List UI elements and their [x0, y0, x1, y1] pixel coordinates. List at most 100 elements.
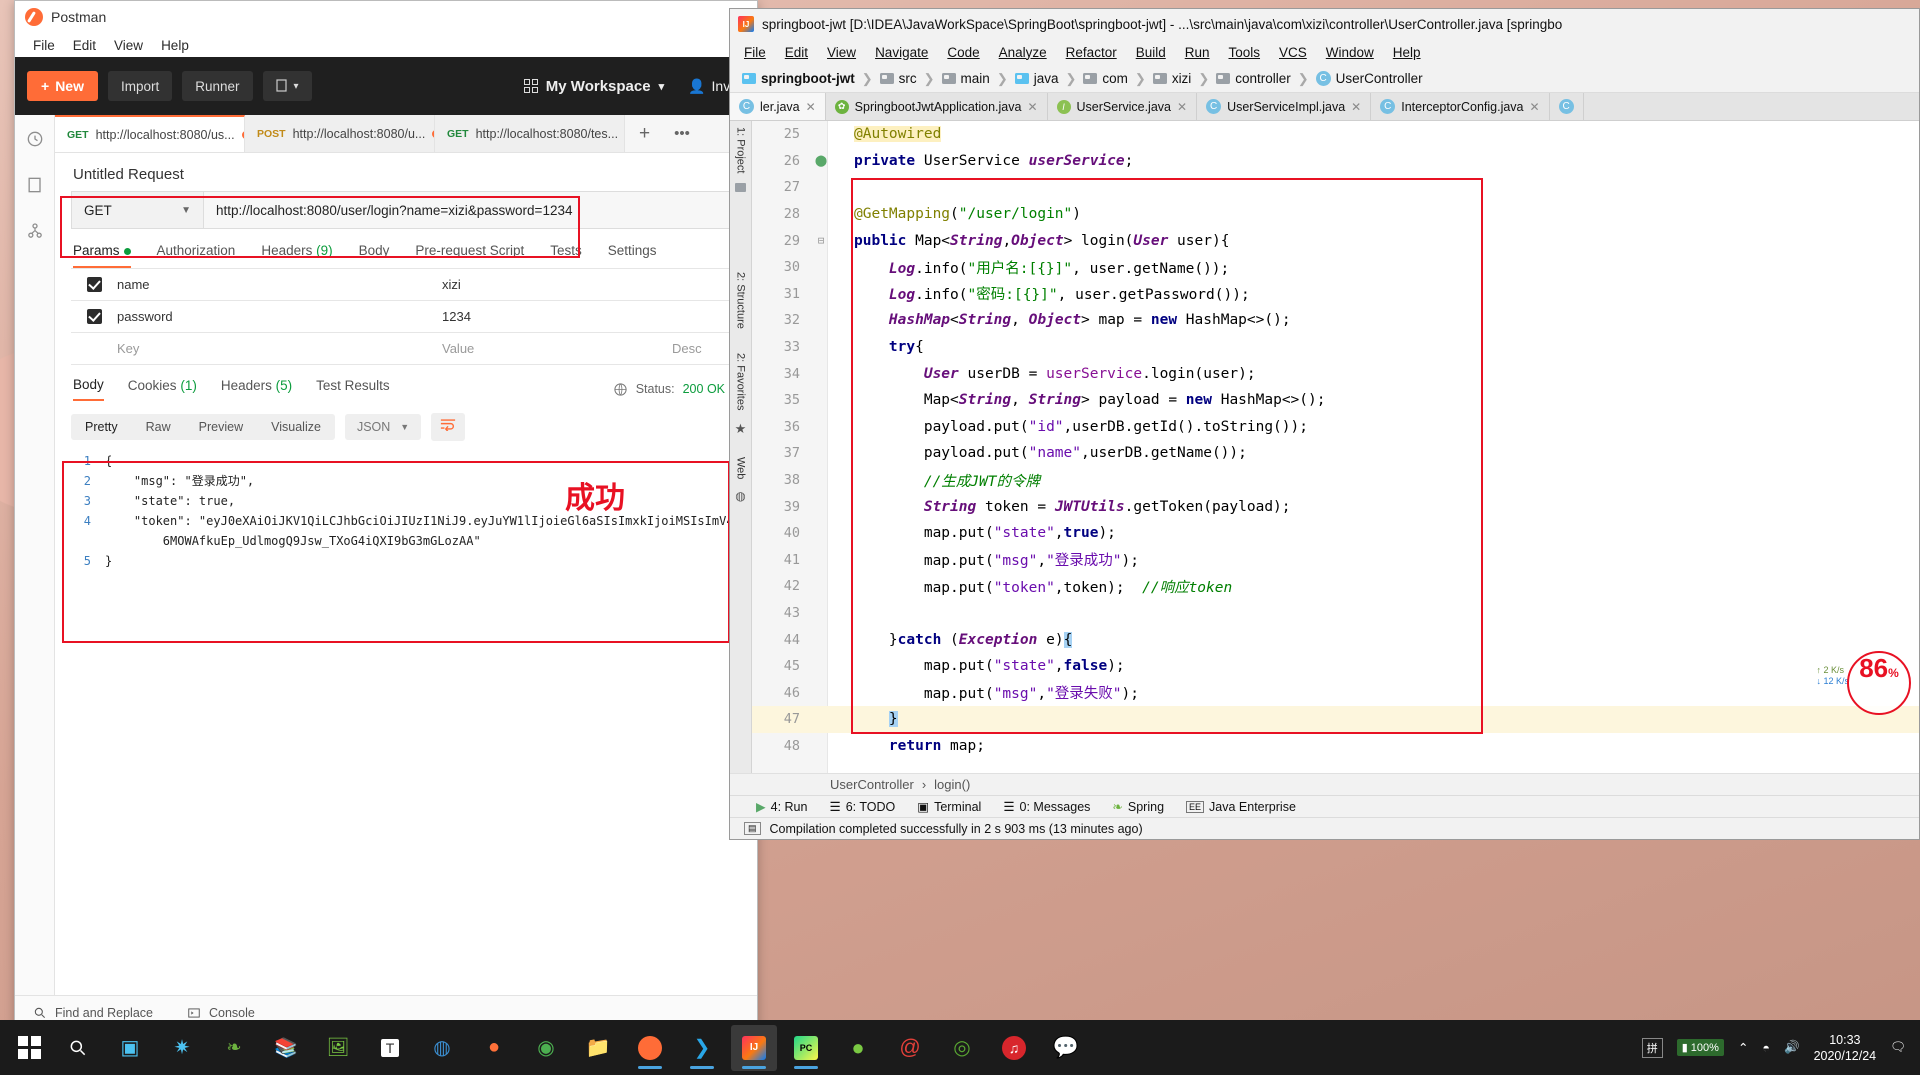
taskbar-app-pycharm[interactable]: PC — [783, 1025, 829, 1071]
tab-response-headers[interactable]: Headers (5) — [221, 378, 292, 400]
tool-window-structure[interactable]: 2: Structure — [735, 272, 747, 329]
taskbar-app-snail[interactable]: @ — [887, 1025, 933, 1071]
menu-file[interactable]: File — [744, 45, 766, 60]
new-window-button[interactable]: ▾ — [262, 71, 312, 101]
menu-refactor[interactable]: Refactor — [1066, 45, 1117, 60]
runner-button[interactable]: Runner — [182, 71, 253, 101]
breadcrumb-item-main[interactable]: main — [941, 71, 990, 86]
editor-breadcrumb-class[interactable]: UserController — [830, 777, 914, 792]
url-input[interactable]: http://localhost:8080/user/login?name=xi… — [203, 191, 741, 229]
code-editor[interactable]: 25 @Autowired 26 ⬤ private UserService userS… — [752, 121, 1919, 773]
breadcrumb-item-java[interactable]: java — [1014, 71, 1058, 86]
close-icon[interactable]: ✕ — [1027, 100, 1037, 114]
breadcrumb-item-controller[interactable]: controller — [1216, 71, 1291, 86]
tab-tests[interactable]: Tests — [550, 243, 582, 268]
editor-tab-userserviceimpl[interactable]: C UserServiceImpl.java ✕ — [1197, 93, 1372, 120]
tab-test-results[interactable]: Test Results — [316, 378, 390, 400]
tool-window-terminal[interactable]: ▣ Terminal — [917, 799, 981, 815]
editor-tab-interceptorconfig[interactable]: C InterceptorConfig.java ✕ — [1371, 93, 1550, 120]
taskbar-app-postman[interactable] — [627, 1025, 673, 1071]
menu-edit[interactable]: Edit — [73, 38, 96, 53]
editor-tab-springbootjwtapplication[interactable]: ✿ SpringbootJwtApplication.java ✕ — [825, 93, 1048, 120]
taskbar-app-wechat[interactable]: 💬 — [1043, 1025, 1089, 1071]
close-icon[interactable]: ✕ — [1530, 100, 1540, 114]
new-tab-button[interactable]: + — [625, 115, 664, 152]
apis-icon[interactable] — [25, 221, 45, 241]
taskbar-app-typora2[interactable]: ◎ — [939, 1025, 985, 1071]
param-key[interactable]: name — [117, 277, 442, 292]
menu-vcs[interactable]: VCS — [1279, 45, 1307, 60]
view-visualize[interactable]: Visualize — [257, 414, 335, 440]
tab-response-cookies[interactable]: Cookies (1) — [128, 378, 197, 400]
editor-tab-usercontroller[interactable]: C ler.java ✕ — [730, 93, 826, 120]
editor-tab-userservice[interactable]: I UserService.java ✕ — [1047, 93, 1198, 120]
close-icon[interactable]: ✕ — [1177, 100, 1187, 114]
taskview-button[interactable]: ▣ — [107, 1025, 153, 1071]
param-key[interactable]: password — [117, 309, 442, 324]
breadcrumb-item-class[interactable]: C UserController — [1315, 71, 1423, 86]
table-row[interactable]: name xizi — [71, 269, 741, 301]
table-row-empty[interactable]: Key Value Desc — [71, 333, 741, 365]
menu-build[interactable]: Build — [1136, 45, 1166, 60]
close-icon[interactable]: ✕ — [1351, 100, 1361, 114]
close-icon[interactable]: ✕ — [806, 100, 816, 114]
menu-window[interactable]: Window — [1326, 45, 1374, 60]
param-key-placeholder[interactable]: Key — [117, 341, 442, 356]
table-row[interactable]: password 1234 — [71, 301, 741, 333]
chevron-up-icon[interactable]: ⌃ — [1738, 1040, 1748, 1055]
collections-icon[interactable] — [25, 175, 45, 195]
editor-tab-overflow[interactable]: C — [1549, 93, 1584, 120]
format-select[interactable]: JSON ▼ — [344, 414, 422, 440]
breadcrumb-item-xizi[interactable]: xizi — [1152, 71, 1191, 86]
view-preview[interactable]: Preview — [185, 414, 257, 440]
tool-window-todo[interactable]: ☰ 6: TODO — [829, 799, 895, 815]
tool-window-web[interactable]: Web — [735, 457, 747, 479]
battery-indicator[interactable]: ▮ 100% — [1676, 1039, 1724, 1056]
history-icon[interactable] — [25, 129, 45, 149]
tab-headers[interactable]: Headers (9) — [261, 243, 332, 268]
taskbar-app-vscode[interactable]: ❯ — [679, 1025, 725, 1071]
taskbar-app-netease-music[interactable]: ♫ — [991, 1025, 1037, 1071]
taskbar-app-hidden[interactable]: ❧ — [211, 1025, 257, 1071]
menu-code[interactable]: Code — [947, 45, 979, 60]
taskbar-app-photos[interactable]: 🖼 — [315, 1025, 361, 1071]
tab-overflow-button[interactable]: ••• — [664, 115, 700, 152]
tab-response-body[interactable]: Body — [73, 377, 104, 401]
search-button[interactable] — [55, 1025, 101, 1071]
menu-run[interactable]: Run — [1185, 45, 1210, 60]
tool-window-spring[interactable]: ❧ Spring — [1112, 799, 1164, 815]
tool-window-favorites[interactable]: 2: Favorites — [735, 353, 747, 410]
volume-icon[interactable]: 🔊 — [1784, 1040, 1800, 1055]
start-button[interactable] — [6, 1025, 52, 1071]
taskbar-app-intellij[interactable]: IJ — [731, 1024, 777, 1071]
find-and-replace-button[interactable]: Find and Replace — [33, 1006, 153, 1020]
breadcrumb-item-src[interactable]: src — [879, 71, 917, 86]
request-tab-2[interactable]: GET http://localhost:8080/tes... — [435, 115, 625, 152]
view-raw[interactable]: Raw — [132, 414, 185, 440]
taskbar-app-typora[interactable]: T — [367, 1025, 413, 1071]
response-body-code[interactable]: 1 { 2 "msg": "登录成功", 3 "state": true, 4 … — [71, 441, 757, 571]
taskbar-app-navicat[interactable]: ● — [835, 1025, 881, 1071]
tab-params[interactable]: Params — [73, 243, 131, 268]
taskbar-app-edge[interactable]: ◍ — [419, 1025, 465, 1071]
ime-indicator[interactable]: 拼 — [1641, 1037, 1663, 1058]
menu-help[interactable]: Help — [161, 38, 189, 53]
clock[interactable]: 10:33 2020/12/24 — [1814, 1032, 1877, 1064]
tool-window-run[interactable]: ▶ 4: Run — [756, 799, 807, 815]
menu-analyze[interactable]: Analyze — [999, 45, 1047, 60]
tab-pre-request-script[interactable]: Pre-request Script — [415, 243, 524, 268]
taskbar-app-explorer[interactable]: 📁 — [575, 1025, 621, 1071]
tool-window-project[interactable]: 1: Project — [735, 127, 747, 173]
wrap-lines-button[interactable] — [431, 413, 466, 441]
menu-help[interactable]: Help — [1393, 45, 1421, 60]
breadcrumb-item-project[interactable]: springboot-jwt — [742, 71, 855, 86]
row-checkbox[interactable] — [71, 277, 117, 292]
menu-view[interactable]: View — [114, 38, 143, 53]
menu-edit[interactable]: Edit — [785, 45, 808, 60]
tab-authorization[interactable]: Authorization — [157, 243, 236, 268]
tool-window-messages[interactable]: ☰ 0: Messages — [1003, 799, 1090, 815]
breadcrumb-item-com[interactable]: com — [1083, 71, 1128, 86]
request-tab-1[interactable]: POST http://localhost:8080/u... — [245, 115, 435, 152]
menu-navigate[interactable]: Navigate — [875, 45, 928, 60]
taskbar-app-firefox[interactable]: ● — [471, 1025, 517, 1071]
